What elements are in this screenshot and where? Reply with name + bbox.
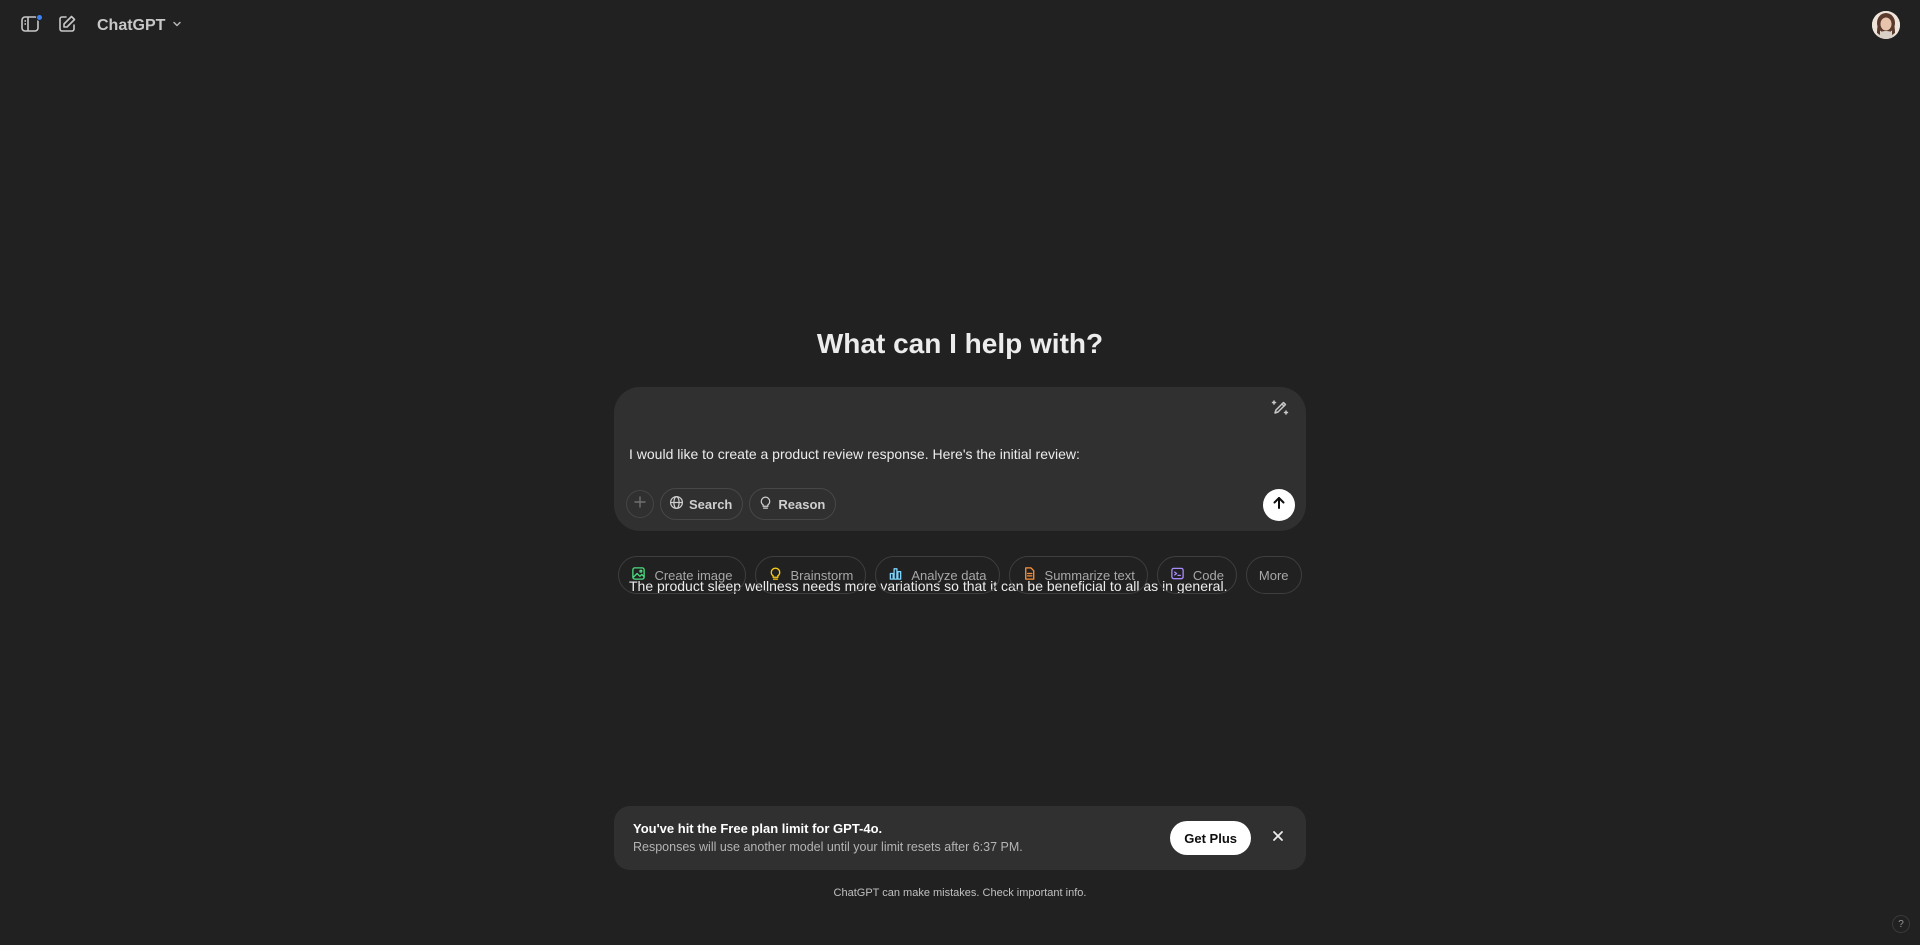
prompt-input[interactable]: I would like to create a product review … [629, 399, 1249, 641]
help-button[interactable]: ? [1892, 915, 1910, 933]
send-button[interactable] [1263, 489, 1295, 521]
new-chat-button[interactable] [55, 14, 79, 38]
lightbulb-icon [758, 495, 778, 513]
limit-banner-subtitle: Responses will use another model until y… [633, 840, 1023, 854]
model-selector[interactable]: ChatGPT [93, 13, 187, 39]
disclaimer-text: ChatGPT can make mistakes. Check importa… [833, 887, 1087, 899]
document-icon [1022, 566, 1045, 584]
pen-sparkle-icon [1270, 398, 1290, 423]
suggestion-label: Summarize text [1044, 567, 1135, 583]
arrow-up-icon [1271, 495, 1287, 516]
get-plus-button[interactable]: Get Plus [1170, 821, 1251, 855]
image-icon [631, 566, 654, 584]
bar-chart-icon [888, 566, 911, 584]
avatar[interactable] [1872, 11, 1900, 39]
notification-dot [36, 14, 43, 21]
suggestion-chips: Create image Brainstorm Analyze data Sum… [0, 556, 1920, 594]
top-bar: ChatGPT [0, 0, 1920, 52]
search-button[interactable]: Search [660, 488, 744, 520]
reason-button-label: Reason [778, 496, 826, 512]
suggestion-summarize-text[interactable]: Summarize text [1008, 556, 1148, 594]
suggestion-label: More [1258, 567, 1289, 583]
chevron-down-icon [165, 17, 183, 35]
sidebar-toggle-button[interactable] [18, 14, 43, 38]
suggestion-brainstorm[interactable]: Brainstorm [754, 556, 867, 594]
prompt-composer[interactable]: I would like to create a product review … [614, 387, 1306, 594]
suggestion-code[interactable]: Code [1156, 556, 1237, 594]
code-icon [1170, 566, 1193, 584]
lightbulb-icon [768, 566, 791, 584]
reason-button[interactable]: Reason [749, 488, 837, 520]
attach-button[interactable] [626, 490, 654, 518]
plus-icon [633, 495, 647, 514]
plan-limit-banner: You've hit the Free plan limit for GPT-4… [614, 806, 1306, 870]
search-button-label: Search [689, 496, 733, 512]
new-chat-icon [57, 14, 77, 39]
limit-banner-title: You've hit the Free plan limit for GPT-4… [633, 821, 883, 836]
canvas-edit-button[interactable] [1268, 398, 1292, 422]
suggestion-label: Code [1192, 567, 1224, 583]
model-name: ChatGPT [97, 17, 166, 34]
suggestion-label: Analyze data [911, 567, 987, 583]
globe-icon [669, 495, 689, 513]
suggestion-more[interactable]: More [1245, 556, 1302, 594]
composer-toolbar: Search Reason [626, 488, 837, 520]
close-icon [1272, 829, 1284, 847]
dismiss-banner-button[interactable] [1268, 828, 1288, 848]
suggestion-label: Brainstorm [790, 567, 854, 583]
prompt-line-1: I would like to create a product review … [629, 446, 1080, 462]
suggestion-create-image[interactable]: Create image [618, 556, 746, 594]
suggestion-label: Create image [654, 567, 733, 583]
page-title: What can I help with? [816, 328, 1104, 359]
suggestion-analyze-data[interactable]: Analyze data [875, 556, 1000, 594]
